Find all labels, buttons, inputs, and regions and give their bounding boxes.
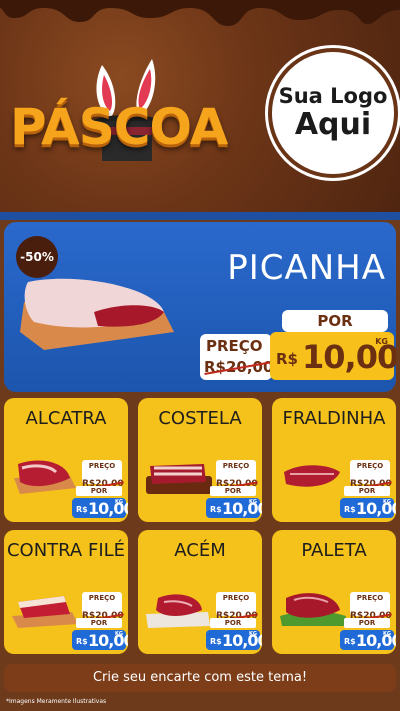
- product-name: COSTELA: [158, 408, 242, 429]
- por-label: POR: [210, 486, 256, 496]
- logo-line-2: Aqui: [294, 107, 372, 142]
- chocolate-drips: [0, 0, 400, 26]
- product-name: FRALDINHA: [282, 408, 386, 429]
- price-box: R$ 10,00 KG: [72, 630, 128, 650]
- product-card[interactable]: PALETA PREÇO R$20,00 POR R$ 10,00 KG: [272, 530, 396, 654]
- picanha-image: [20, 278, 174, 350]
- meat-image: [146, 464, 212, 494]
- product-card[interactable]: CONTRA FILÉ PREÇO R$20,00 POR R$ 10,00 K…: [4, 530, 128, 654]
- meat-image: [280, 593, 346, 626]
- logo-placeholder[interactable]: Sua Logo Aqui: [268, 48, 398, 178]
- logo-line-1: Sua Logo: [278, 84, 388, 108]
- price-box: R$ 10,00 KG: [340, 498, 396, 518]
- por-label: POR: [76, 618, 122, 628]
- discount-badge: -50%: [16, 236, 58, 278]
- price-box: R$ 10,00 KG: [206, 630, 262, 650]
- product-card[interactable]: COSTELA PREÇO R$20,00 POR R$ 10,00 KG: [138, 398, 262, 522]
- featured-price-label: PREÇO: [206, 337, 263, 355]
- old-price-box: PREÇO R$20,00: [82, 460, 124, 491]
- product-card[interactable]: ALCATRA PREÇO R$20,00 POR R$ 10,00 KG: [4, 398, 128, 522]
- product-name: CONTRA FILÉ: [6, 540, 126, 561]
- product-card[interactable]: ACÉM PREÇO R$20,00 POR R$ 10,00 KG: [138, 530, 262, 654]
- por-label: POR: [76, 486, 122, 496]
- meat-image: [284, 465, 340, 487]
- header-divider: [0, 212, 400, 220]
- cta-banner[interactable]: Crie seu encarte com este tema!: [4, 664, 396, 692]
- price-box: R$ 10,00 KG: [340, 630, 396, 650]
- old-price-box: PREÇO R$20,00: [216, 592, 258, 623]
- product-name: PALETA: [301, 540, 367, 561]
- meat-image: [146, 594, 210, 628]
- product-card[interactable]: FRALDINHA PREÇO R$20,00 POR R$ 10,00 KG: [272, 398, 396, 522]
- featured-product-name: PICANHA: [227, 248, 386, 288]
- featured-old-price-box: PREÇO R$20,00: [200, 334, 273, 380]
- old-price-box: PREÇO R$20,00: [216, 460, 258, 491]
- featured-unit: KG: [375, 337, 388, 346]
- featured-old-price: R$20,00: [204, 358, 273, 376]
- disclaimer: *Imagens Meramente Ilustrativas: [6, 698, 107, 705]
- product-name: ACÉM: [174, 540, 226, 561]
- featured-price-box: R$ 10,00 KG: [270, 332, 396, 380]
- por-label: POR: [344, 486, 390, 496]
- featured-por-label: POR: [282, 310, 388, 332]
- old-price-box: PREÇO R$20,00: [82, 592, 124, 623]
- meat-image: [12, 596, 78, 628]
- featured-product-card[interactable]: -50% PICANHA PREÇO R$20,00 POR R$ 10,00 …: [4, 222, 396, 392]
- page-title: PÁSCOA: [10, 98, 228, 156]
- old-price-box: PREÇO R$20,00: [350, 460, 392, 491]
- por-label: POR: [344, 618, 390, 628]
- old-price-box: PREÇO R$20,00: [350, 592, 392, 623]
- flyer-page: PÁSCOA Sua Logo Aqui -50% PICANHA PREÇO …: [0, 0, 400, 711]
- header-banner: PÁSCOA Sua Logo Aqui: [0, 0, 400, 220]
- featured-currency: R$: [276, 350, 298, 368]
- price-box: R$ 10,00 KG: [72, 498, 128, 518]
- por-label: POR: [210, 618, 256, 628]
- product-name: ALCATRA: [25, 408, 107, 429]
- price-box: R$ 10,00 KG: [206, 498, 262, 518]
- meat-image: [14, 460, 76, 494]
